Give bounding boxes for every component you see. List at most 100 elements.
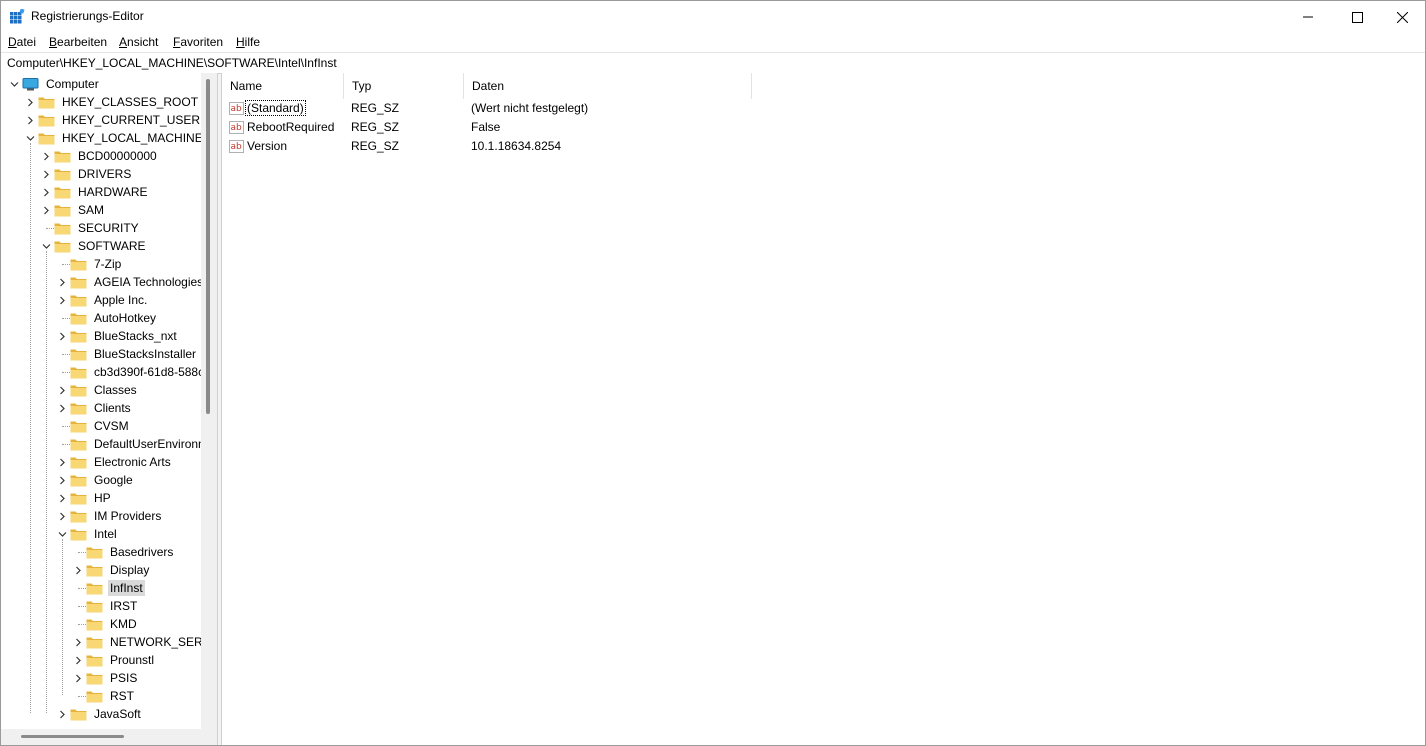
value-name: (Standard) bbox=[245, 100, 306, 116]
tree-item[interactable]: Electronic Arts bbox=[70, 453, 173, 471]
tree-item[interactable]: BlueStacksInstaller bbox=[70, 345, 198, 363]
value-type: REG_SZ bbox=[351, 139, 400, 153]
tree-guide-line bbox=[30, 143, 31, 713]
folder-icon bbox=[38, 133, 55, 144]
tree-item[interactable]: Classes bbox=[70, 381, 139, 399]
tree-item[interactable]: Clients bbox=[70, 399, 133, 417]
maximize-button[interactable] bbox=[1334, 1, 1380, 33]
chevron-right-icon[interactable] bbox=[42, 152, 51, 161]
chevron-right-icon[interactable] bbox=[26, 116, 35, 125]
tree-item[interactable]: HARDWARE bbox=[54, 183, 150, 201]
tree-item[interactable]: AGEIA Technologies bbox=[70, 273, 205, 291]
tree-item[interactable]: CVSM bbox=[70, 417, 131, 435]
address-bar[interactable]: Computer\HKEY_LOCAL_MACHINE\SOFTWARE\Int… bbox=[1, 52, 1425, 74]
key-tree-pane[interactable]: Computer HKEY_CLASSES_ROOT HKEY_CURRENT_US… bbox=[1, 73, 218, 745]
tree-item[interactable]: SOFTWARE bbox=[54, 237, 148, 255]
tree-item[interactable]: Display bbox=[86, 561, 151, 579]
tree-item[interactable]: 7-Zip bbox=[70, 255, 123, 273]
menu-hilfe-label: ilfe bbox=[244, 35, 261, 49]
tree-item[interactable]: HKEY_LOCAL_MACHINE bbox=[38, 129, 205, 147]
tree-item-label: KMD bbox=[110, 617, 137, 631]
value-row[interactable]: ab (Standard) REG_SZ (Wert nicht festgelegt… bbox=[222, 99, 922, 118]
tree-item[interactable]: BCD00000000 bbox=[54, 147, 159, 165]
folder-icon bbox=[54, 187, 71, 198]
chevron-right-icon[interactable] bbox=[58, 278, 67, 287]
tree-item[interactable]: NETWORK_SERVIC bbox=[86, 633, 217, 651]
tree-item[interactable]: AutoHotkey bbox=[70, 309, 158, 327]
minimize-button[interactable] bbox=[1285, 1, 1331, 33]
chevron-right-icon[interactable] bbox=[58, 476, 67, 485]
tree-item-label: RST bbox=[110, 689, 134, 703]
menu-bearbeiten[interactable]: Bearbeiten bbox=[49, 35, 107, 49]
tree-item[interactable]: Intel bbox=[70, 525, 119, 543]
tree-item[interactable]: HKEY_CLASSES_ROOT bbox=[38, 93, 200, 111]
tree-item[interactable]: IRST bbox=[86, 597, 139, 615]
tree-item[interactable]: cb3d390f-61d8-588c bbox=[70, 363, 206, 381]
chevron-right-icon[interactable] bbox=[58, 386, 67, 395]
tree-item[interactable]: PSIS bbox=[86, 669, 139, 687]
chevron-right-icon[interactable] bbox=[74, 674, 83, 683]
tree-item[interactable]: Apple Inc. bbox=[70, 291, 149, 309]
tree-item[interactable]: Prounstl bbox=[86, 651, 156, 669]
column-header-type[interactable]: Typ bbox=[344, 73, 464, 99]
tree-item[interactable]: DefaultUserEnvironn bbox=[70, 435, 207, 453]
tree-item[interactable]: Basedrivers bbox=[86, 543, 175, 561]
chevron-right-icon[interactable] bbox=[58, 296, 67, 305]
tree-item[interactable]: InfInst bbox=[86, 579, 145, 597]
menu-datei[interactable]: Datei bbox=[8, 35, 36, 49]
chevron-right-icon[interactable] bbox=[58, 458, 67, 467]
chevron-right-icon[interactable] bbox=[58, 404, 67, 413]
title-bar[interactable]: Registrierungs-Editor bbox=[1, 1, 1425, 33]
address-path[interactable]: Computer\HKEY_LOCAL_MACHINE\SOFTWARE\Int… bbox=[7, 56, 337, 70]
close-button[interactable] bbox=[1379, 1, 1425, 33]
chevron-down-icon[interactable] bbox=[42, 242, 51, 251]
values-list-pane[interactable]: Name Typ Daten ab (Standard) REG_SZ (Wert n… bbox=[221, 73, 1425, 745]
chevron-right-icon[interactable] bbox=[74, 566, 83, 575]
chevron-right-icon[interactable] bbox=[74, 656, 83, 665]
tree-item[interactable]: HP bbox=[70, 489, 113, 507]
chevron-down-icon[interactable] bbox=[26, 134, 35, 143]
chevron-right-icon[interactable] bbox=[58, 332, 67, 341]
tree-item[interactable]: JavaSoft bbox=[70, 705, 143, 723]
menu-favoriten[interactable]: Favoriten bbox=[173, 35, 223, 49]
tree-item-label: Clients bbox=[94, 401, 131, 415]
tree-item[interactable]: IM Providers bbox=[70, 507, 163, 525]
tree-item-label: Google bbox=[94, 473, 133, 487]
chevron-down-icon[interactable] bbox=[58, 530, 67, 539]
folder-icon bbox=[86, 583, 103, 594]
column-header-name[interactable]: Name bbox=[222, 73, 344, 99]
value-row[interactable]: ab Version REG_SZ 10.1.18634.8254 bbox=[222, 137, 922, 156]
string-value-icon: ab bbox=[229, 121, 244, 134]
chevron-right-icon[interactable] bbox=[42, 206, 51, 215]
tree-horizontal-scrollbar-thumb[interactable] bbox=[21, 735, 124, 738]
tree-item[interactable]: SAM bbox=[54, 201, 106, 219]
tree-item[interactable]: RST bbox=[86, 687, 136, 705]
menu-ansicht[interactable]: Ansicht bbox=[119, 35, 158, 49]
tree-item-label: HARDWARE bbox=[78, 185, 148, 199]
chevron-right-icon[interactable] bbox=[74, 638, 83, 647]
chevron-right-icon[interactable] bbox=[58, 494, 67, 503]
chevron-right-icon[interactable] bbox=[42, 170, 51, 179]
svg-text:ab: ab bbox=[231, 104, 243, 114]
menu-hilfe[interactable]: Hilfe bbox=[236, 35, 260, 49]
tree-item[interactable]: Computer bbox=[22, 75, 101, 93]
chevron-right-icon[interactable] bbox=[58, 710, 67, 719]
tree-item[interactable]: Google bbox=[70, 471, 135, 489]
value-row[interactable]: ab RebootRequired REG_SZ False bbox=[222, 118, 922, 137]
chevron-right-icon[interactable] bbox=[42, 188, 51, 197]
chevron-down-icon[interactable] bbox=[10, 80, 19, 89]
chevron-right-icon[interactable] bbox=[26, 98, 35, 107]
tree-item[interactable]: KMD bbox=[86, 615, 139, 633]
tree-item-label: BlueStacksInstaller bbox=[94, 347, 197, 361]
svg-text:ab: ab bbox=[231, 142, 243, 152]
tree-item[interactable]: DRIVERS bbox=[54, 165, 133, 183]
tree-item[interactable]: HKEY_CURRENT_USER bbox=[38, 111, 202, 129]
tree-item[interactable]: BlueStacks_nxt bbox=[70, 327, 179, 345]
chevron-right-icon[interactable] bbox=[58, 512, 67, 521]
folder-icon bbox=[54, 169, 71, 180]
registry-editor-window: Registrierungs-Editor Datei Bearbeiten A… bbox=[0, 0, 1426, 746]
tree-item-label: HKEY_CLASSES_ROOT bbox=[62, 95, 199, 109]
tree-vertical-scrollbar-thumb[interactable] bbox=[206, 79, 210, 414]
tree-item[interactable]: SECURITY bbox=[54, 219, 141, 237]
column-header-data[interactable]: Daten bbox=[464, 73, 752, 99]
